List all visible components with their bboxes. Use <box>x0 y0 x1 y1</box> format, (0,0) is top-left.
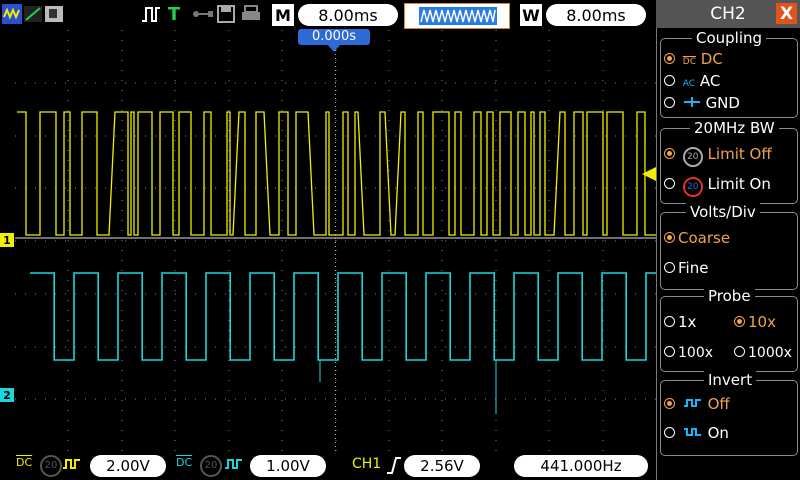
bw-option-limit-off[interactable]: 20 Limit Off <box>664 145 772 167</box>
bw-limit-on-label: Limit On <box>707 175 771 193</box>
coupling-option-dc[interactable]: DC DC <box>664 50 723 68</box>
ch1-level-marker[interactable]: 1 <box>0 233 14 247</box>
radio-selected-icon <box>734 316 745 327</box>
ground-icon <box>683 97 700 107</box>
invert-on-label: On <box>707 424 729 442</box>
probe-heading: Probe <box>704 287 755 305</box>
invert-on-wave-icon <box>683 428 701 436</box>
radio-selected-icon <box>664 398 675 409</box>
probe-option-10x[interactable]: 10x <box>734 313 776 331</box>
invert-option-on[interactable]: On <box>664 424 729 442</box>
bw-off-icon: 20 <box>682 147 703 167</box>
ch1-coupling-icon: DC <box>16 456 33 469</box>
fine-label: Fine <box>678 259 709 277</box>
window-timebase-value[interactable]: 8.00ms <box>546 4 646 26</box>
main-timebase-value[interactable]: 8.00ms <box>298 4 398 26</box>
coupling-ac-label: AC <box>699 72 721 90</box>
ch2-bw-limit-icon: 20 <box>200 455 222 477</box>
ac-coupling-icon: AC <box>682 79 696 89</box>
ch2-waveform <box>30 272 671 361</box>
trigger-source-label: CH1 <box>352 456 382 472</box>
radio-icon <box>664 427 675 438</box>
volts-div-heading: Volts/Div <box>686 203 760 221</box>
radio-selected-icon <box>664 53 675 64</box>
volts-div-section <box>660 212 798 290</box>
coupling-dc-label: DC <box>700 50 723 68</box>
waveform-screen[interactable] <box>15 30 671 452</box>
ch1-invert-icon <box>62 456 82 476</box>
save-icon[interactable] <box>216 4 236 24</box>
coupling-heading: Coupling <box>692 29 767 47</box>
probe-option-1x[interactable]: 1x <box>664 313 696 331</box>
cursor-line-icon[interactable] <box>23 4 43 24</box>
trigger-position-marker <box>328 45 340 52</box>
bandwidth-heading: 20MHz BW <box>690 119 779 137</box>
radio-icon <box>664 316 675 327</box>
invert-off-label: Off <box>707 395 730 413</box>
radio-selected-icon <box>664 148 675 159</box>
radio-icon <box>664 97 675 108</box>
frequency-readout: 441.000Hz <box>514 455 648 477</box>
close-icon[interactable]: X <box>776 3 797 24</box>
bw-on-icon: 20 <box>682 177 703 197</box>
probe-1x-label: 1x <box>678 313 697 331</box>
ch1-bw-limit-icon: 20 <box>40 455 62 477</box>
radio-selected-icon <box>664 232 675 243</box>
top-toolbar: T M 8.00ms W 8.00ms <box>0 0 656 30</box>
ch2-scale-value[interactable]: 1.00V <box>250 455 326 477</box>
main-timebase-label: M <box>272 4 294 26</box>
invert-section <box>660 380 798 456</box>
probe-100x-label: 100x <box>678 345 714 361</box>
bw-option-limit-on[interactable]: 20 Limit On <box>664 175 771 197</box>
usb-icon <box>192 4 214 24</box>
ch2-coupling-icon: DC <box>176 456 193 469</box>
radio-icon <box>664 178 675 189</box>
invert-heading: Invert <box>704 371 757 389</box>
radio-icon <box>664 262 675 273</box>
trigger-edge-icon <box>140 4 162 24</box>
probe-10x-label: 10x <box>748 313 776 331</box>
ch1-scale-value[interactable]: 2.00V <box>90 455 166 477</box>
coarse-label: Coarse <box>678 229 731 247</box>
menu-pointer-icon <box>642 167 656 181</box>
screenshot-icon[interactable] <box>44 4 64 24</box>
bw-limit-off-label: Limit Off <box>707 145 772 163</box>
invert-option-off[interactable]: Off <box>664 395 730 413</box>
radio-icon <box>664 346 675 357</box>
probe-option-100x[interactable]: 100x <box>664 345 713 361</box>
ch2-level-marker[interactable]: 2 <box>0 388 14 402</box>
ch2-invert-icon <box>224 456 244 476</box>
window-timebase-label: W <box>520 4 542 26</box>
coupling-option-ac[interactable]: AC AC <box>664 72 720 90</box>
dc-coupling-icon: DC <box>682 57 696 67</box>
invert-off-wave-icon <box>683 399 701 407</box>
coupling-gnd-label: GND <box>705 94 740 112</box>
probe-1000x-label: 1000x <box>748 345 792 361</box>
waveform-overview[interactable] <box>404 3 510 29</box>
print-icon[interactable] <box>240 4 262 24</box>
trigger-status-icon: T <box>167 3 181 25</box>
volts-div-option-fine[interactable]: Fine <box>664 259 708 277</box>
volts-div-option-coarse[interactable]: Coarse <box>664 229 730 247</box>
rising-edge-icon <box>386 455 402 479</box>
coupling-option-gnd[interactable]: GND <box>664 94 740 112</box>
trigger-level-value[interactable]: 2.56V <box>404 455 480 477</box>
waveform-canvas <box>15 30 671 452</box>
trigger-position-readout[interactable]: 0.000s <box>298 29 370 45</box>
waveform-display-icon[interactable] <box>2 4 22 24</box>
radio-icon <box>664 75 675 86</box>
radio-icon <box>734 346 745 357</box>
probe-option-1000x[interactable]: 1000x <box>734 345 792 361</box>
